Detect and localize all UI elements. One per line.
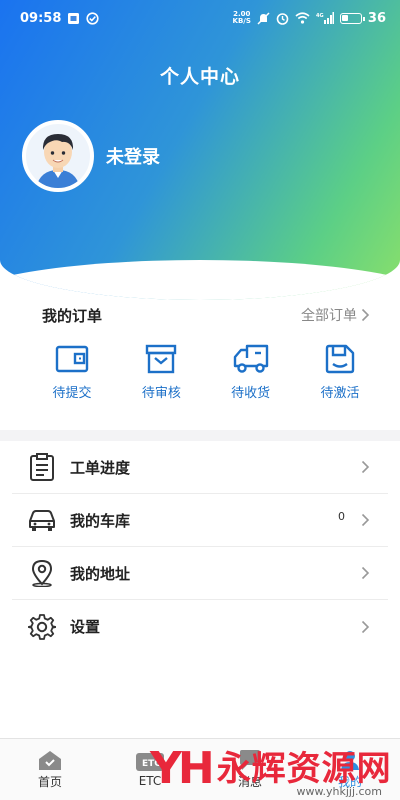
battery-level: 36 [367,10,386,26]
menu-item-my-garage[interactable]: 我的车库 0 [12,494,388,547]
tab-label: ETC [138,773,162,788]
gear-icon [28,613,56,641]
menu-item-settings[interactable]: 设置 [12,600,388,653]
location-pin-icon [28,559,56,587]
signal-icon: 4G [316,12,334,24]
orders-title: 我的订单 [42,306,103,325]
order-item-label: 待激活 [320,386,360,401]
tab-mine[interactable]: 我的 [300,739,400,800]
status-time: 09:58 [20,10,62,26]
car-icon [28,506,56,534]
chevron-right-icon [361,620,370,633]
order-item-label: 待审核 [141,386,181,401]
alarm-icon [276,12,289,25]
chevron-right-icon [361,513,370,527]
mute-icon [257,11,270,25]
tab-label: 消息 [237,775,262,789]
order-pending-submit[interactable]: 待提交 [42,342,102,401]
menu-item-label: 设置 [70,618,101,636]
chevron-right-icon [361,460,370,474]
all-orders-link[interactable]: 全部订单 [301,305,370,325]
menu-item-label: 工单进度 [70,458,131,477]
menu-item-my-address[interactable]: 我的地址 [12,547,388,600]
profile-header: 09:58 2.00 KB/S 4G 36 个人中心 未登录 [0,0,400,300]
net-speed: 2.00 KB/S [232,10,251,25]
order-pending-review[interactable]: 待审核 [131,342,191,401]
wifi-icon [295,12,310,24]
battery-icon [339,12,365,24]
order-item-label: 待提交 [52,386,92,401]
login-status[interactable]: 未登录 [106,143,160,169]
status-bar: 09:58 2.00 KB/S 4G 36 [0,0,400,36]
menu-item-label: 我的地址 [70,564,131,583]
tab-label: 首页 [37,775,62,789]
tab-messages[interactable]: 消息 [200,739,300,800]
chevron-right-icon [361,566,370,580]
menu-item-label: 我的车库 [70,511,131,530]
etc-card-icon: ETC [136,752,164,771]
chevron-right-icon [361,308,370,322]
tab-label: 我的 [337,775,362,789]
tab-etc[interactable]: ETC ETC [100,739,200,800]
avatar[interactable] [22,120,94,192]
svg-text:4G: 4G [316,13,324,19]
profile-login-area[interactable]: 未登录 [22,120,160,192]
page-title: 个人中心 [159,66,240,88]
menu-item-work-order-progress[interactable]: 工单进度 [12,441,388,494]
garage-count-badge: 0 [338,509,345,523]
wallet-icon [54,342,90,376]
order-item-label: 待收货 [231,386,271,401]
my-orders-section: 我的订单 全部订单 待提交 待审核 待收货 待激活 [0,300,400,430]
inbox-icon [143,342,179,376]
sim-card-icon [67,12,80,25]
save-icon [322,342,358,376]
user-icon [341,751,359,770]
home-icon [39,751,61,770]
section-divider [0,430,400,441]
svg-text:ETC: ETC [142,759,161,769]
message-icon [240,750,260,770]
clipboard-icon [28,453,56,481]
avatar-user-icon [36,134,80,188]
order-pending-receipt[interactable]: 待收货 [221,342,281,401]
settings-menu: 工单进度 我的车库 0 我的地址 设置 [0,441,400,653]
check-circle-icon [86,11,99,25]
truck-icon [233,342,269,376]
order-pending-activation[interactable]: 待激活 [310,342,370,401]
bottom-tab-bar: 首页 ETC ETC 消息 我的 [0,738,400,800]
tab-home[interactable]: 首页 [0,739,100,800]
